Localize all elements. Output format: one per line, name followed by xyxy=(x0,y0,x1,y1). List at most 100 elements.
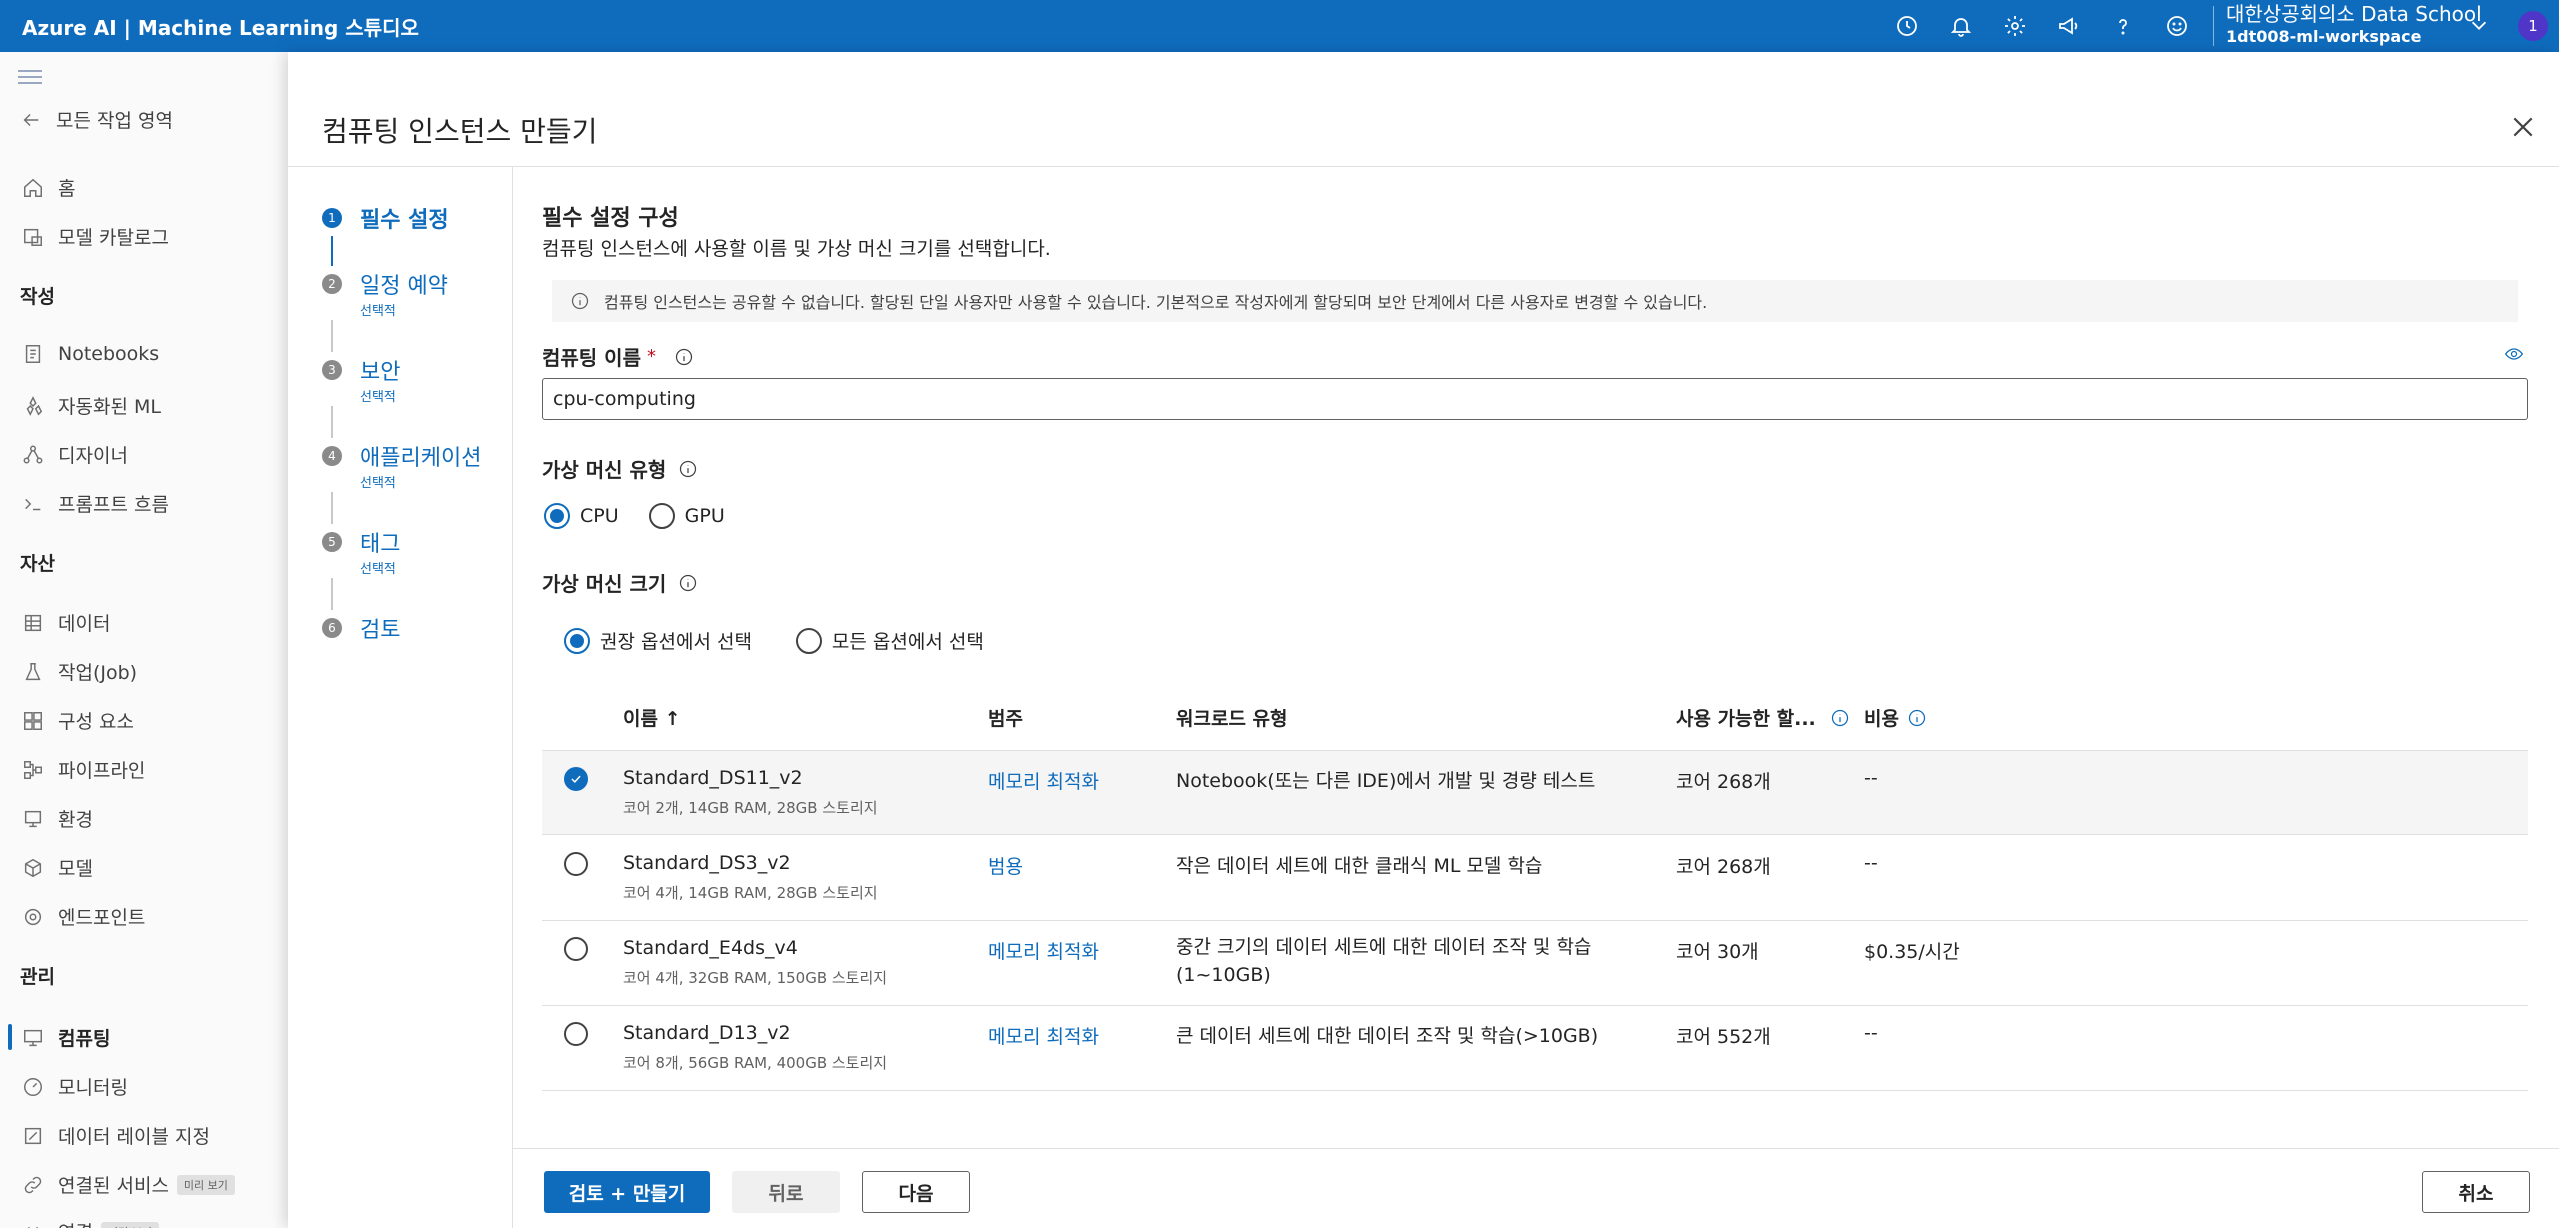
chevron-down-icon[interactable] xyxy=(2468,14,2492,38)
nav-item-linked-services[interactable]: 연결된 서비스 미리 보기 xyxy=(22,1171,235,1198)
arrow-left-icon xyxy=(23,113,39,126)
workspace-name: 1dt008-ml-workspace xyxy=(2226,27,2422,46)
gear-icon[interactable] xyxy=(1988,0,2042,52)
compute-icon xyxy=(24,1029,42,1046)
info-message-bar: 컴퓨팅 인스턴스는 공유할 수 없습니다. 할당된 단일 사용자만 사용할 수 … xyxy=(552,280,2518,322)
vm-size-label-row: 가상 머신 크기 xyxy=(542,568,698,597)
vm-type-label: 가상 머신 유형 xyxy=(542,458,667,482)
nav-item-compute[interactable]: 컴퓨팅 xyxy=(22,1024,110,1051)
nav-item-automl[interactable]: 자동화된 ML xyxy=(22,392,161,419)
column-header-category[interactable]: 범주 xyxy=(988,704,1023,731)
left-nav: 모든 작업 영역 홈 모델 카탈로그 작성 Notebooks 자동화된 ML … xyxy=(0,52,288,1228)
nav-item-notebooks[interactable]: Notebooks xyxy=(22,343,159,365)
info-icon[interactable] xyxy=(678,573,698,593)
footer-divider xyxy=(513,1148,2559,1149)
nav-section-assets: 자산 xyxy=(20,553,55,575)
help-icon[interactable] xyxy=(2096,0,2150,52)
column-header-cost[interactable]: 비용 xyxy=(1864,704,1927,731)
column-header-available[interactable]: 사용 가능한 할... xyxy=(1676,704,1850,731)
review-create-button[interactable]: 검토 + 만들기 xyxy=(544,1171,710,1213)
nav-item-jobs[interactable]: 작업(Job) xyxy=(22,658,137,685)
category-link[interactable]: 메모리 최적화 xyxy=(988,1022,1099,1049)
category-link[interactable]: 메모리 최적화 xyxy=(988,767,1099,794)
endpoint-icon xyxy=(24,908,42,925)
compute-name-label-row: 컴퓨팅 이름 * xyxy=(542,342,694,371)
cancel-button[interactable]: 취소 xyxy=(2422,1171,2530,1213)
nav-item-prompt-flow[interactable]: 프롬프트 흐름 xyxy=(22,490,169,517)
info-icon[interactable] xyxy=(678,459,698,479)
org-name: 대한상공회의소 Data School xyxy=(2226,2,2482,26)
eye-icon[interactable] xyxy=(2504,344,2524,364)
row-select-radio[interactable] xyxy=(564,767,588,791)
required-mark: * xyxy=(646,346,656,367)
data-icon xyxy=(24,614,42,631)
nav-item-data-labeling[interactable]: 데이터 레이블 지정 xyxy=(22,1122,210,1149)
bell-icon[interactable] xyxy=(1934,0,1988,52)
category-link[interactable]: 메모리 최적화 xyxy=(988,937,1099,964)
nav-item-environments[interactable]: 환경 xyxy=(22,805,93,832)
link-icon xyxy=(24,1176,42,1193)
column-header-workload[interactable]: 워크로드 유형 xyxy=(1176,704,1288,731)
section-description: 컴퓨팅 인스턴스에 사용할 이름 및 가상 머신 크기를 선택합니다. xyxy=(542,238,1051,260)
next-button[interactable]: 다음 xyxy=(862,1171,970,1213)
step-connector xyxy=(331,236,333,266)
megaphone-icon[interactable] xyxy=(2042,0,2096,52)
table-row[interactable]: Standard_E4ds_v4 코어 4개, 32GB RAM, 150GB … xyxy=(542,921,2528,1006)
automl-icon xyxy=(26,395,43,416)
history-icon[interactable] xyxy=(1880,0,1934,52)
nav-item-designer[interactable]: 디자이너 xyxy=(22,441,128,468)
row-select-radio[interactable] xyxy=(564,937,588,961)
step-connector xyxy=(331,406,333,438)
all-options-radio[interactable]: 모든 옵션에서 선택 xyxy=(795,627,984,654)
nav-item-models[interactable]: 모델 xyxy=(22,854,93,881)
back-to-workspaces[interactable]: 모든 작업 영역 xyxy=(20,106,173,133)
recommended-options-radio[interactable]: 권장 옵션에서 선택 xyxy=(564,627,752,654)
prompt-icon xyxy=(25,498,41,510)
nav-item-endpoints[interactable]: 엔드포인트 xyxy=(22,903,145,930)
avatar[interactable]: 1 xyxy=(2518,11,2548,41)
back-button[interactable]: 뒤로 xyxy=(732,1171,840,1213)
label-icon xyxy=(24,1127,42,1144)
nav-item-pipelines[interactable]: 파이프라인 xyxy=(22,756,145,783)
environment-icon xyxy=(24,810,42,827)
create-compute-panel: 컴퓨팅 인스턴스 만들기 1 필수 설정 2 일정 예약 선택적 3 보안 선택… xyxy=(288,52,2559,1228)
column-header-name[interactable]: 이름 ↑ xyxy=(623,704,681,731)
vm-type-label-row: 가상 머신 유형 xyxy=(542,454,698,483)
compute-name-label: 컴퓨팅 이름 xyxy=(542,346,641,370)
table-row[interactable]: Standard_DS11_v2 코어 2개, 14GB RAM, 28GB 스… xyxy=(542,750,2528,835)
compute-name-input[interactable] xyxy=(542,378,2528,420)
nav-section-authoring: 작성 xyxy=(20,286,55,308)
table-row[interactable]: Standard_D13_v2 코어 8개, 56GB RAM, 400GB 스… xyxy=(542,1006,2528,1091)
flask-icon xyxy=(25,662,41,680)
step-connector xyxy=(331,492,333,524)
nav-item-components[interactable]: 구성 요소 xyxy=(22,707,134,734)
top-bar: Azure AI | Machine Learning 스튜디오 대한상공회의소… xyxy=(0,0,2559,52)
step-connector xyxy=(331,578,333,610)
designer-icon xyxy=(23,445,43,464)
row-select-radio[interactable] xyxy=(564,852,588,876)
nav-item-model-catalog[interactable]: 모델 카탈로그 xyxy=(22,223,169,250)
workspace-switcher[interactable]: 대한상공회의소 Data School 1dt008-ml-workspace xyxy=(2226,2,2482,48)
step-connector xyxy=(331,320,333,352)
nav-item-data[interactable]: 데이터 xyxy=(22,609,110,636)
top-icons xyxy=(1880,0,2204,52)
nav-item-connections[interactable]: 연결 미리 보기 xyxy=(22,1218,159,1228)
vm-type-cpu-radio[interactable]: CPU xyxy=(544,503,619,529)
info-icon[interactable] xyxy=(1907,708,1927,728)
info-icon[interactable] xyxy=(674,347,694,367)
vm-type-gpu-radio[interactable]: GPU xyxy=(648,503,725,529)
nav-item-monitoring[interactable]: 모니터링 xyxy=(22,1073,128,1100)
nav-item-home[interactable]: 홈 xyxy=(22,174,75,201)
nav-section-manage: 관리 xyxy=(20,966,55,988)
row-select-radio[interactable] xyxy=(564,1022,588,1046)
catalog-icon xyxy=(24,228,42,246)
smiley-icon[interactable] xyxy=(2150,0,2204,52)
hamburger-icon[interactable] xyxy=(18,70,42,90)
notebook-icon xyxy=(25,345,41,363)
info-icon xyxy=(571,292,589,310)
app-title[interactable]: Azure AI | Machine Learning 스튜디오 xyxy=(22,12,419,41)
active-indicator xyxy=(8,1024,12,1050)
info-icon[interactable] xyxy=(1830,708,1850,728)
table-row[interactable]: Standard_DS3_v2 코어 4개, 14GB RAM, 28GB 스토… xyxy=(542,836,2528,921)
category-link[interactable]: 범용 xyxy=(988,852,1023,879)
